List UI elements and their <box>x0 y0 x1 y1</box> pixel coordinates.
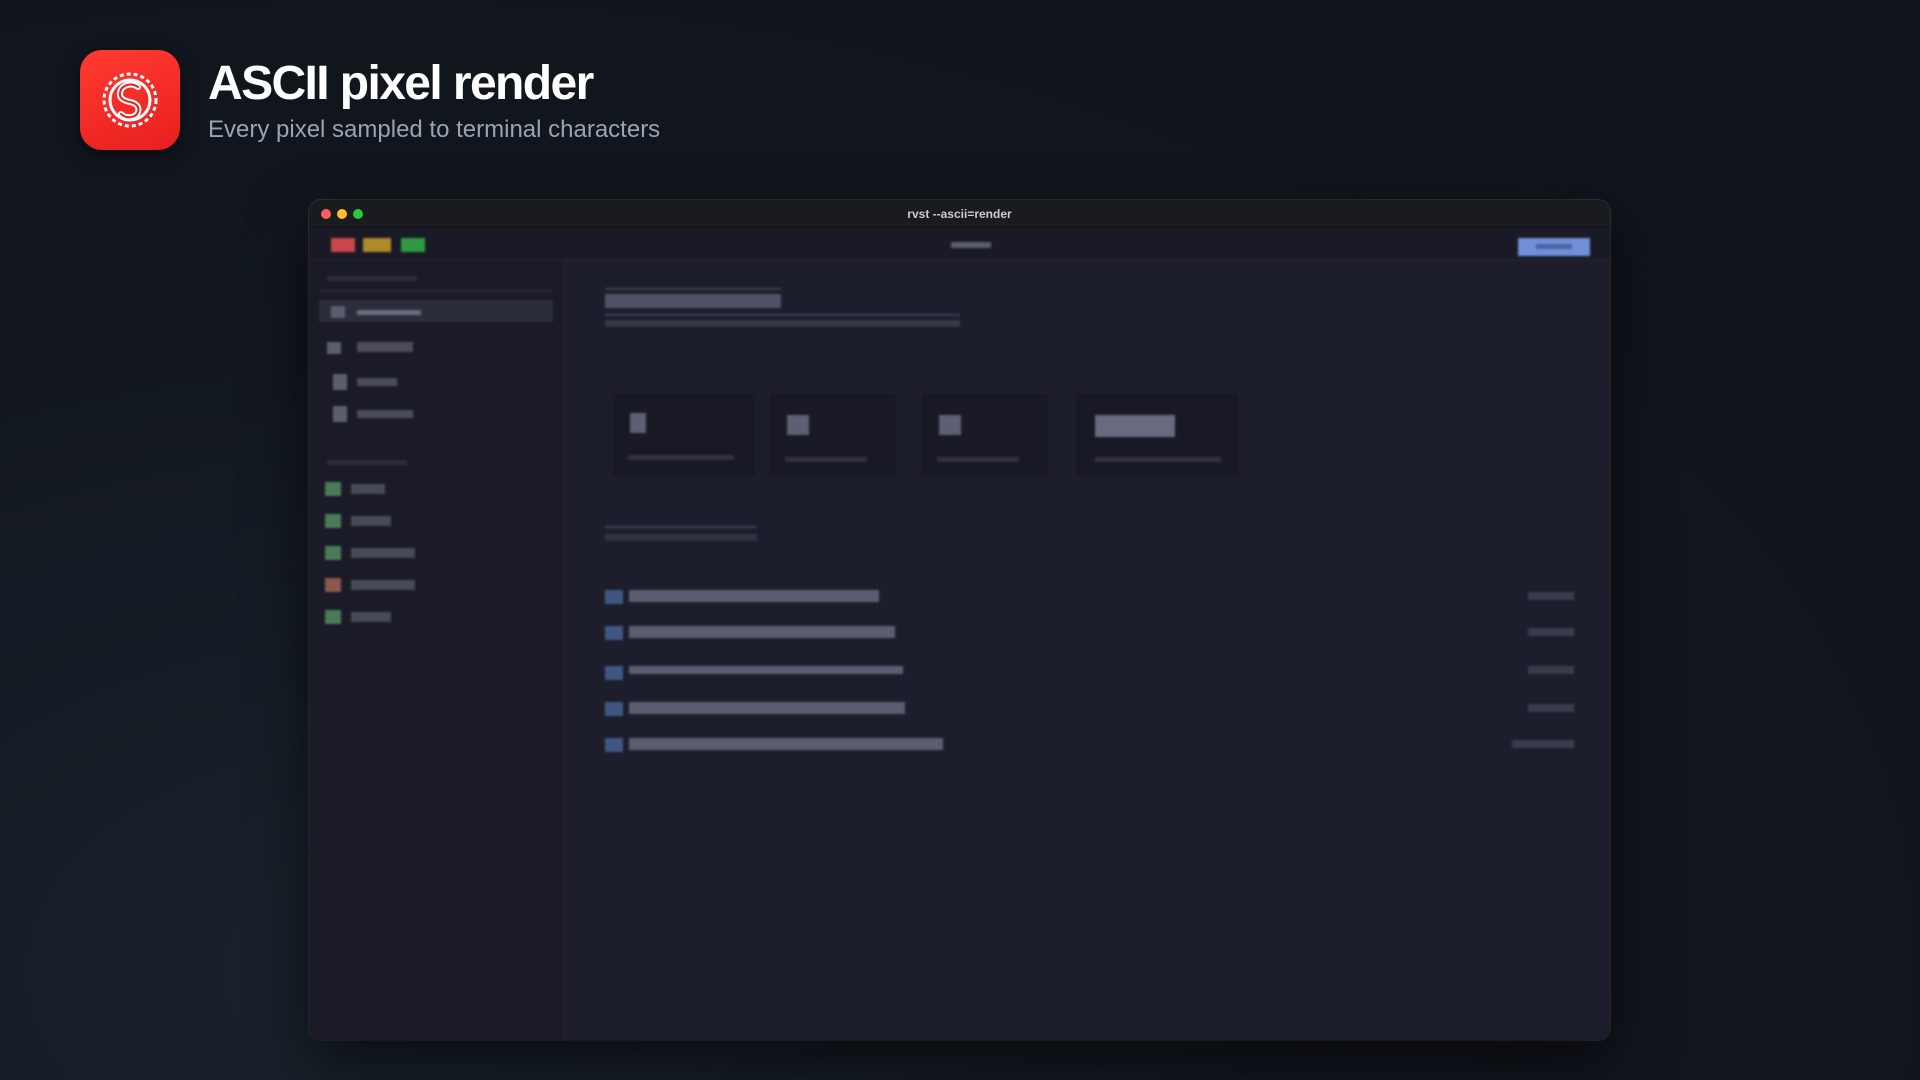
traffic-lights <box>321 209 363 219</box>
ascii-row-label <box>629 702 905 714</box>
ascii-nav-icon <box>331 306 345 318</box>
ascii-divider <box>319 290 553 292</box>
ascii-status-square <box>325 610 341 624</box>
ascii-rule <box>605 314 960 316</box>
ascii-list-label <box>351 612 391 622</box>
ascii-list-label <box>351 580 415 590</box>
ascii-sidebar <box>309 260 565 1040</box>
ascii-row-label <box>629 666 903 674</box>
ascii-row-label <box>629 738 943 750</box>
ascii-main-panel <box>565 260 1610 1040</box>
ascii-list-label <box>351 484 385 494</box>
ascii-list-label <box>351 548 415 558</box>
ascii-row-meta <box>1528 666 1574 674</box>
ascii-nav-icon <box>333 406 347 422</box>
ascii-rule <box>605 288 781 290</box>
ascii-row-meta <box>1512 740 1574 748</box>
ascii-page-heading <box>605 294 781 308</box>
close-button[interactable] <box>321 209 331 219</box>
ascii-card-label <box>937 457 1019 462</box>
ascii-card-icon <box>1095 415 1175 437</box>
ascii-nav-label <box>357 310 421 315</box>
ascii-row-label <box>629 626 895 638</box>
window-title: rvst --ascii=render <box>907 206 1012 221</box>
ascii-row-icon <box>605 666 623 680</box>
ascii-stat-card <box>768 392 898 478</box>
svelte-logo-icon <box>80 50 180 150</box>
ascii-nav-label <box>357 378 397 386</box>
ascii-stat-card <box>920 392 1050 478</box>
ascii-topbar <box>309 228 1610 260</box>
ascii-list-label <box>351 516 391 526</box>
ascii-render-canvas <box>309 228 1610 1040</box>
ascii-row-icon <box>605 590 623 604</box>
ascii-yellow-dot-block <box>363 238 391 252</box>
ascii-sidebar-active-item <box>319 300 553 322</box>
ascii-green-dot-block <box>401 238 425 252</box>
minimize-button[interactable] <box>337 209 347 219</box>
ascii-row-icon <box>605 702 623 716</box>
ascii-stat-card <box>611 392 757 478</box>
app-title: ASCII pixel render <box>208 57 594 110</box>
ascii-rule <box>605 526 757 528</box>
ascii-stat-card <box>1074 392 1240 478</box>
ascii-status-square <box>325 578 341 592</box>
ascii-nav-icon <box>327 342 341 354</box>
ascii-row-icon <box>605 738 623 752</box>
ascii-status-square <box>325 514 341 528</box>
ascii-sidebar-heading <box>327 276 417 281</box>
ascii-page-subheading <box>605 320 960 327</box>
window-titlebar[interactable]: rvst --ascii=render <box>309 200 1610 228</box>
ascii-nav-icon <box>333 374 347 390</box>
ascii-card-icon <box>787 415 809 435</box>
ascii-row-icon <box>605 626 623 640</box>
ascii-section-heading <box>605 534 757 541</box>
ascii-card-icon <box>939 415 961 435</box>
maximize-button[interactable] <box>353 209 363 219</box>
ascii-row-meta <box>1528 628 1574 636</box>
ascii-nav-label <box>357 342 413 352</box>
ascii-card-label <box>1095 457 1221 462</box>
app-subtitle: Every pixel sampled to terminal characte… <box>208 116 661 143</box>
ascii-card-label <box>628 455 734 460</box>
ascii-accent-button-block <box>1518 238 1590 256</box>
ascii-row-meta <box>1528 592 1574 600</box>
ascii-nav-label <box>357 410 413 418</box>
terminal-window: rvst --ascii=render <box>309 200 1610 1040</box>
ascii-row-meta <box>1528 704 1574 712</box>
ascii-topbar-title-block <box>951 242 991 248</box>
ascii-sidebar-section-heading <box>327 460 407 465</box>
ascii-red-dot-block <box>331 238 355 252</box>
ascii-status-square <box>325 546 341 560</box>
ascii-status-square <box>325 482 341 496</box>
ascii-card-icon <box>630 413 646 433</box>
ascii-card-label <box>785 457 867 462</box>
stage: ASCII pixel render Every pixel sampled t… <box>0 0 1920 1080</box>
ascii-row-label <box>629 590 879 602</box>
